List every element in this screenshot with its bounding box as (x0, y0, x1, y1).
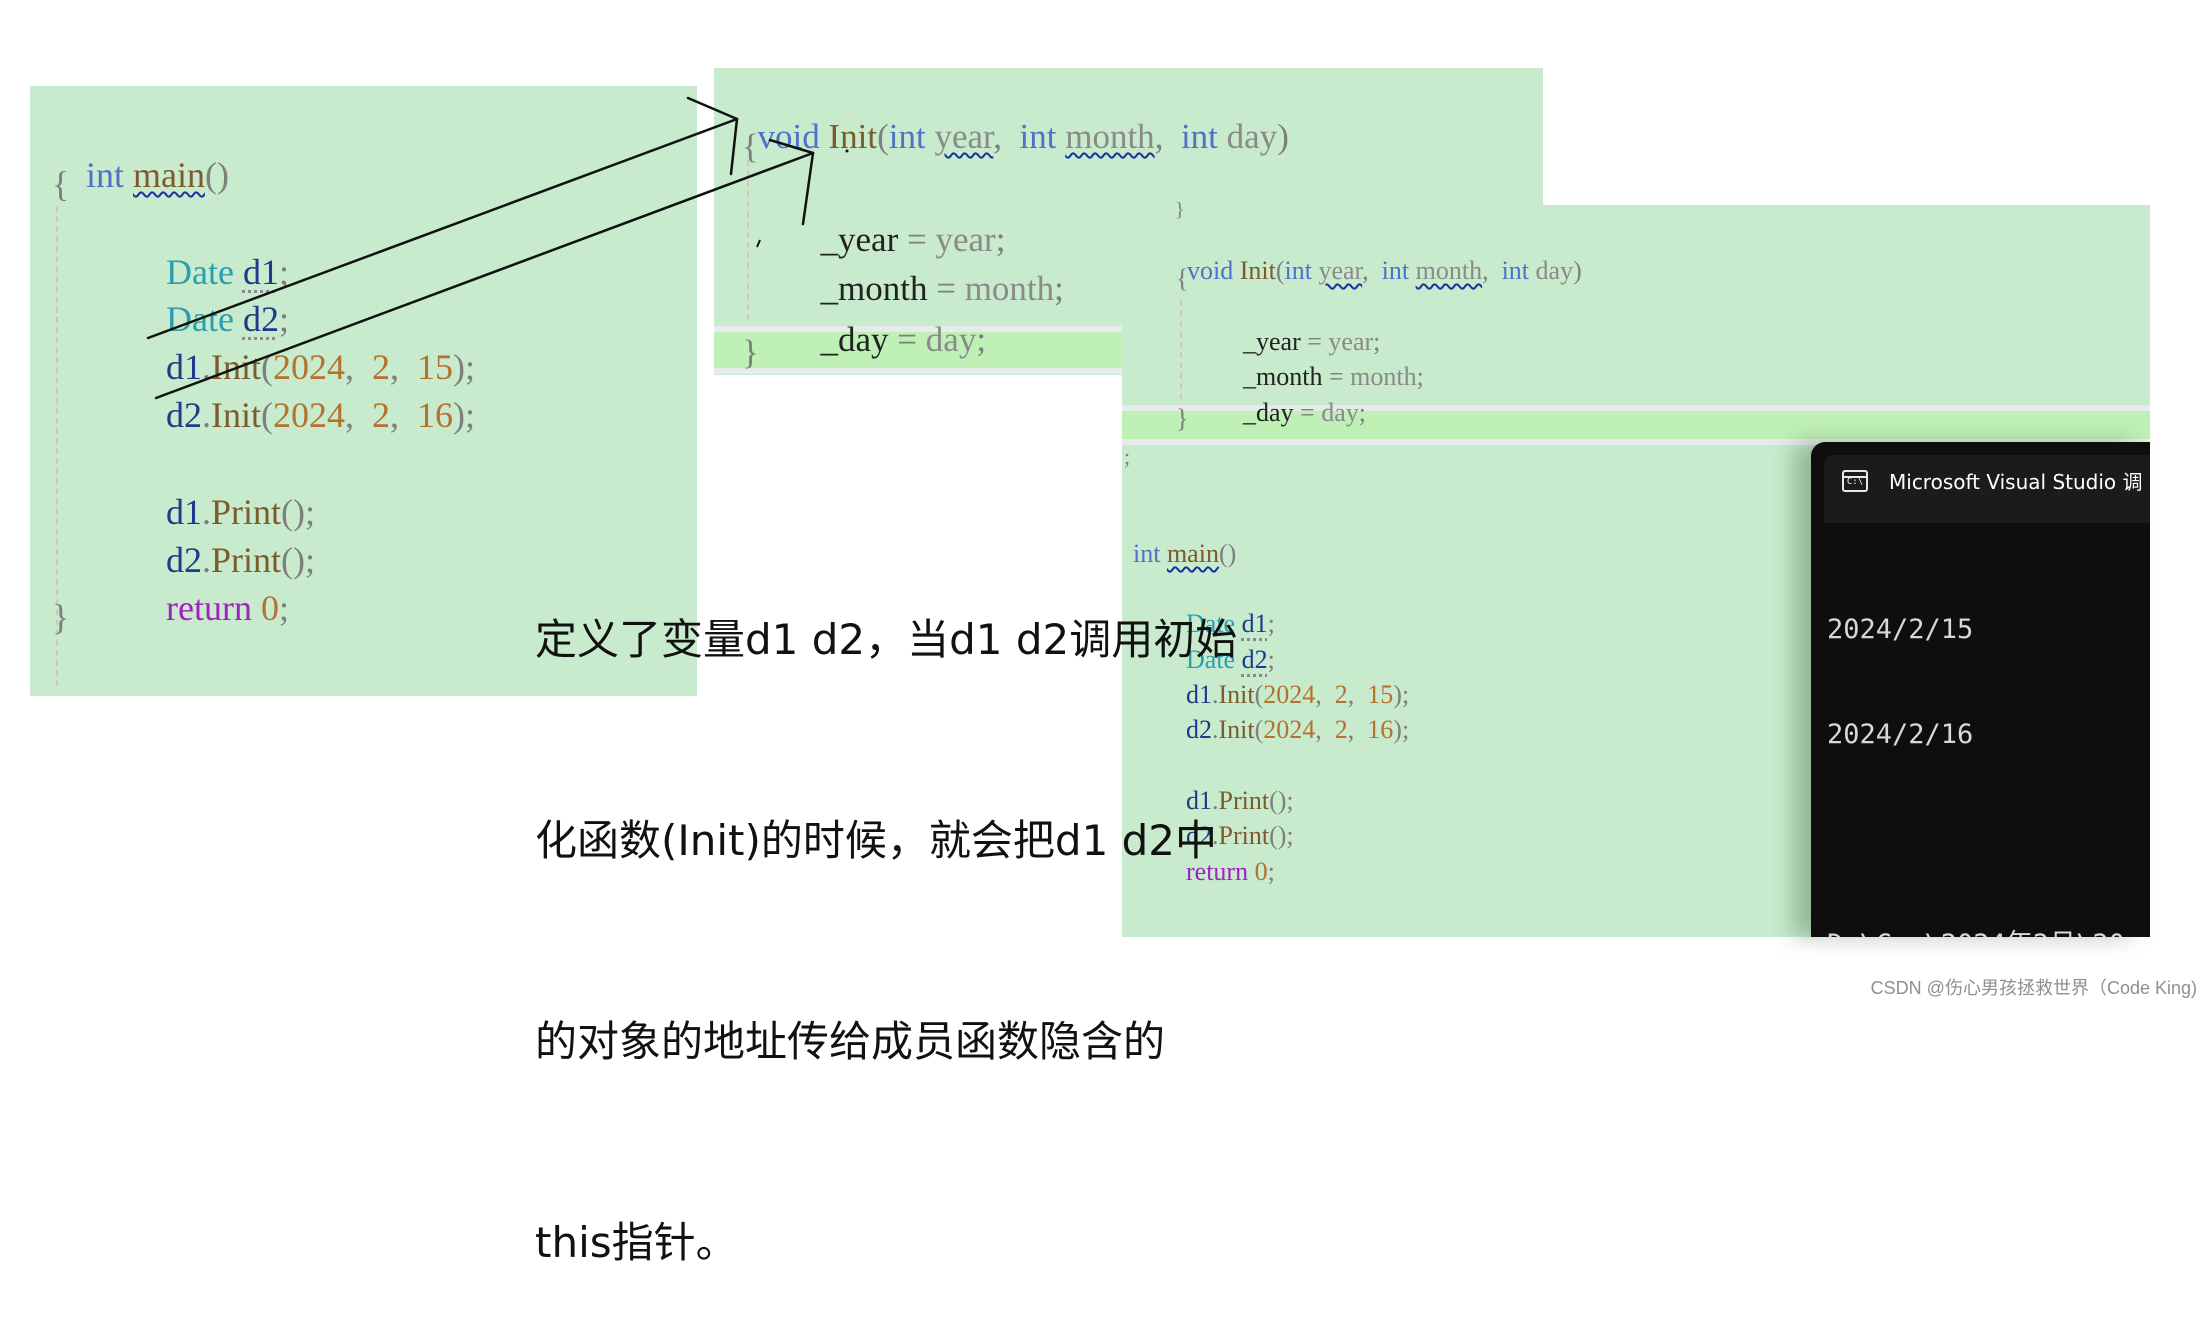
arrow-d1-to-init (146, 117, 739, 340)
arrow-head-1b (729, 117, 739, 176)
stray-mark (756, 239, 761, 248)
arrow-head-2b (801, 151, 815, 226)
arrow-head-2a (768, 138, 815, 155)
explanation-line: 的对象的地址传给成员函数隐含的 (535, 1017, 1166, 1066)
arrow-head-1a (686, 96, 739, 121)
stray-mark (845, 149, 849, 153)
explanation-line: this指针。 (535, 1218, 738, 1267)
arrow-d2-to-this (154, 151, 815, 400)
arrow-annotations (146, 96, 849, 400)
watermark: CSDN @伤心男孩拯救世界（Code King) (1870, 978, 2197, 998)
